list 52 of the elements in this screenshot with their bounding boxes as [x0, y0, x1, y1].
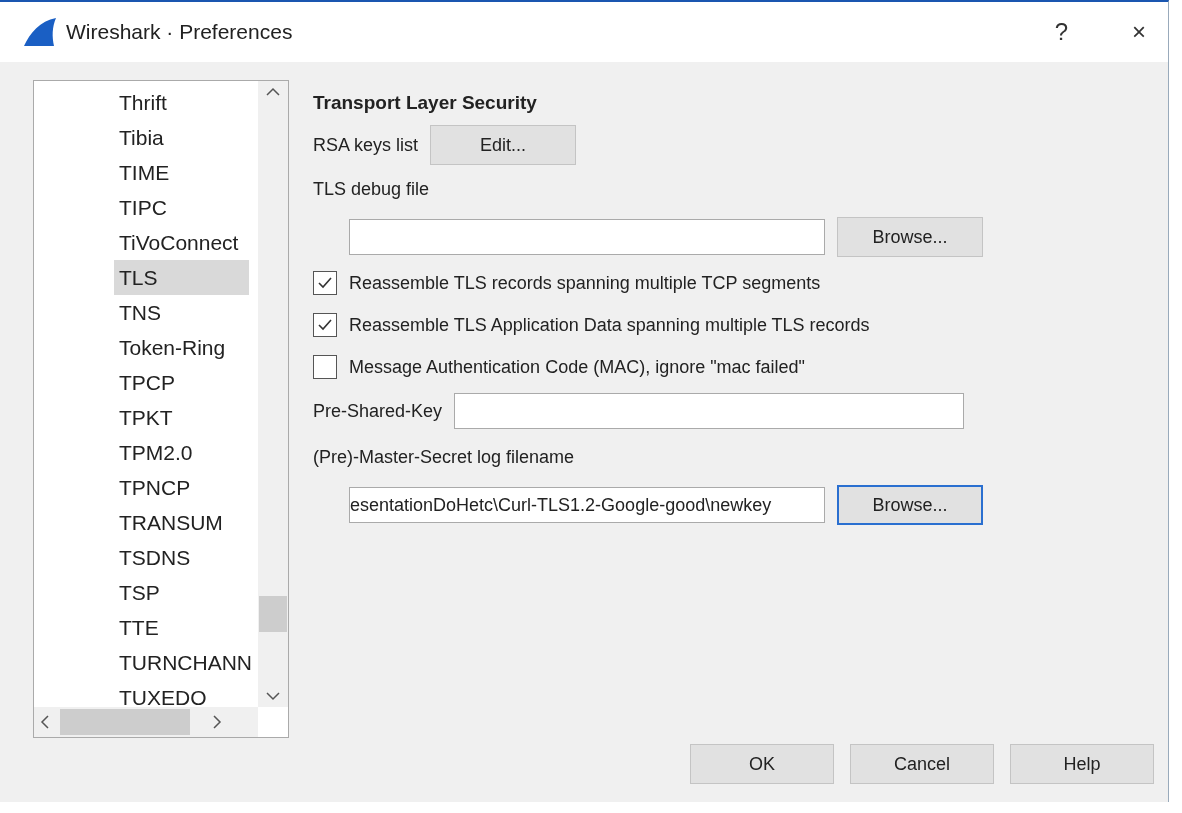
list-item[interactable]: TPM2.0 [114, 435, 258, 470]
list-item[interactable]: TIPC [114, 190, 258, 225]
file-field[interactable] [349, 219, 825, 255]
close-button[interactable]: × [1132, 18, 1146, 46]
field-label: (Pre)-Master-Secret log filename [313, 446, 575, 468]
checkbox[interactable] [313, 355, 337, 379]
scrollbar-thumb[interactable] [60, 709, 190, 735]
up-caret-icon [266, 87, 280, 97]
list-item[interactable]: TPCP [114, 365, 258, 400]
field-label: TLS debug file [313, 178, 430, 200]
list-item[interactable]: TLS [114, 260, 249, 295]
field-label: RSA keys list [313, 134, 419, 156]
checkbox[interactable] [313, 271, 337, 295]
text-field[interactable] [454, 393, 965, 429]
list-item[interactable]: Token-Ring [114, 330, 258, 365]
horizontal-scrollbar[interactable] [34, 707, 258, 737]
dialog-button[interactable]: OK [690, 744, 834, 784]
list-item[interactable]: TPNCP [114, 470, 258, 505]
right-caret-icon [212, 715, 222, 729]
list-item[interactable]: Tibia [114, 120, 258, 155]
list-item[interactable]: TNS [114, 295, 258, 330]
help-button[interactable]: ? [1054, 18, 1068, 46]
window-title: Wireshark · Preferences [66, 20, 294, 44]
list-item[interactable]: TIME [114, 155, 258, 190]
file-field[interactable]: esentationDoHetc\Curl-TLS1.2-Google-good\newkey [349, 487, 825, 523]
list-item[interactable]: TSDNS [114, 540, 258, 575]
left-caret-icon [40, 715, 50, 729]
section-heading: Transport Layer Security [313, 92, 538, 114]
scrollbar-thumb[interactable] [259, 596, 287, 632]
checkbox-label: Reassemble TLS records spanning multiple TCP segments [349, 272, 821, 294]
list-item[interactable]: TURNCHANN [114, 645, 258, 680]
list-item[interactable]: TTE [114, 610, 258, 645]
shark-fin-icon [22, 17, 58, 47]
down-caret-icon [266, 691, 280, 701]
check-icon [317, 317, 333, 333]
list-item[interactable]: TRANSUM [114, 505, 258, 540]
list-item[interactable]: TiVoConnect [114, 225, 258, 260]
field-label: Pre-Shared-Key [313, 400, 443, 422]
list-item[interactable]: TSP [114, 575, 258, 610]
list-item[interactable]: TUXEDO [114, 680, 258, 707]
checkbox-label: Message Authentication Code (MAC), ignore "mac failed" [349, 356, 805, 378]
list-item[interactable]: TPKT [114, 400, 258, 435]
vertical-scrollbar[interactable] [258, 81, 288, 707]
list-item[interactable]: Thrift [114, 85, 258, 120]
browse-button[interactable]: Browse... [837, 217, 983, 257]
checkbox[interactable] [313, 313, 337, 337]
check-icon [317, 275, 333, 291]
dialog-button[interactable]: Cancel [850, 744, 994, 784]
browse-button[interactable]: Browse... [837, 485, 983, 525]
checkbox-label: Reassemble TLS Application Data spanning multiple TLS records [349, 314, 870, 336]
edit-button[interactable]: Edit... [430, 125, 577, 165]
dialog-button[interactable]: Help [1010, 744, 1154, 784]
